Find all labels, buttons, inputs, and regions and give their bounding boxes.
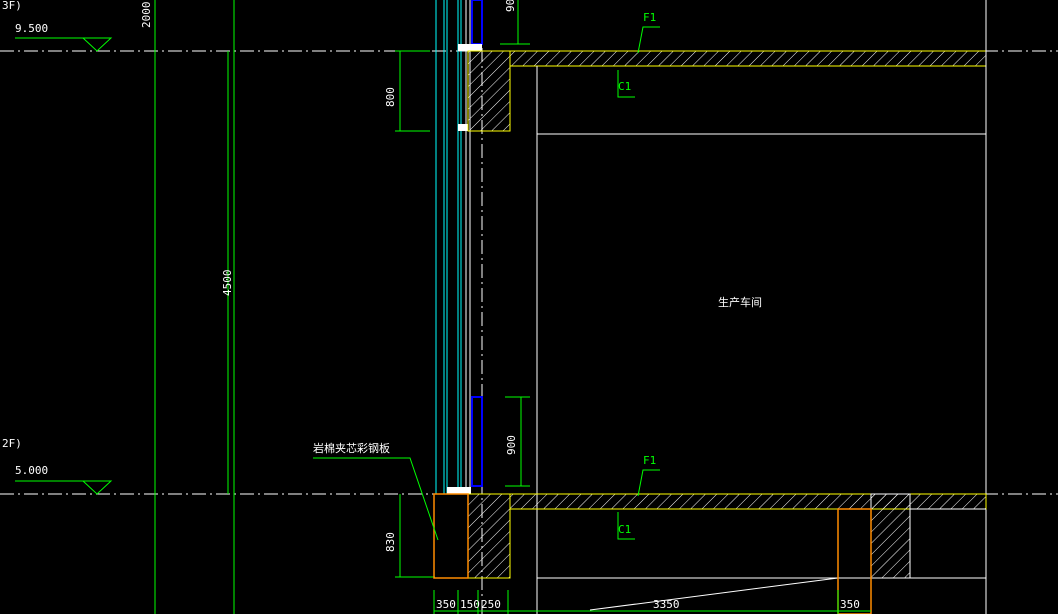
dim-top-cut: 2000( bbox=[140, 0, 153, 28]
dim-lower-830: 830 bbox=[384, 494, 435, 578]
bottom-dims: 350 150 250 3350 350 bbox=[433, 590, 871, 614]
cad-drawing-canvas[interactable]: 3F) 9.500 2F) 5.000 2000( 4500 800 900 9… bbox=[0, 0, 1058, 614]
svg-text:150: 150 bbox=[460, 598, 480, 611]
svg-text:3350: 3350 bbox=[653, 598, 680, 611]
svg-text:5.000: 5.000 bbox=[15, 464, 48, 477]
steel-beam-left bbox=[433, 493, 469, 579]
svg-text:800: 800 bbox=[384, 87, 397, 107]
dim-lower-900: 900 bbox=[505, 396, 530, 487]
dim-storey-height: 4500 bbox=[221, 51, 234, 494]
svg-text:250: 250 bbox=[481, 598, 501, 611]
svg-text:900: 900 bbox=[504, 0, 517, 12]
ceiling-tag-lower: C1 bbox=[618, 523, 631, 536]
floor-tag-upper: F1 bbox=[643, 11, 656, 24]
svg-text:4500: 4500 bbox=[221, 270, 234, 297]
wall-note-label: 岩棉夹芯彩钢板 bbox=[313, 441, 390, 455]
svg-text:900: 900 bbox=[505, 435, 518, 455]
floor-tag-lower: F1 bbox=[643, 454, 656, 467]
dim-upper-800: 800 bbox=[384, 50, 430, 132]
elevation-marker-lower: 2F) 5.000 bbox=[2, 437, 113, 495]
svg-text:2F): 2F) bbox=[2, 437, 22, 450]
svg-text:350: 350 bbox=[840, 598, 860, 611]
svg-text:9.500: 9.500 bbox=[15, 22, 48, 35]
svg-text:830: 830 bbox=[384, 532, 397, 552]
svg-text:3F): 3F) bbox=[2, 0, 22, 12]
lower-slab bbox=[467, 493, 987, 611]
dim-upper-900: 900 bbox=[500, 0, 530, 45]
svg-text:350: 350 bbox=[436, 598, 456, 611]
room-name-label: 生产车间 bbox=[718, 295, 762, 309]
ceiling-tag-upper: C1 bbox=[618, 80, 631, 93]
elevation-marker-upper: 3F) 9.500 bbox=[2, 0, 113, 52]
